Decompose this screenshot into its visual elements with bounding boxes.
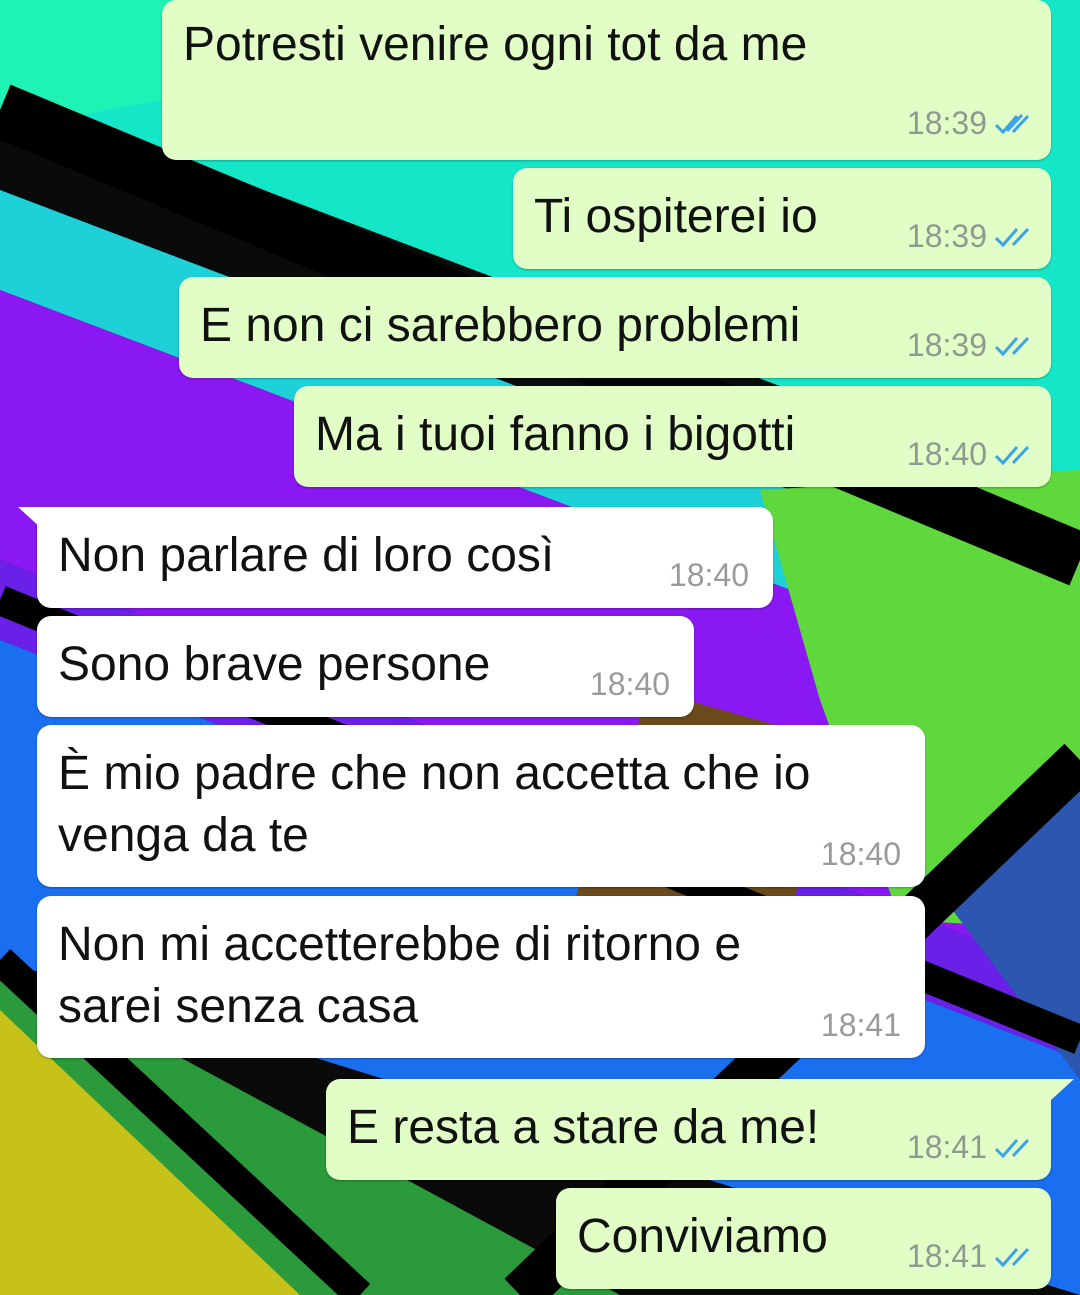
message-meta: 18:41 — [907, 1238, 1033, 1275]
message-time: 18:40 — [820, 836, 901, 872]
message-text-line: venga da te — [58, 809, 309, 862]
message-text: Conviviamo — [577, 1210, 828, 1263]
message-time: 18:40 — [668, 557, 749, 593]
message-time: 18:41 — [820, 1007, 901, 1043]
outgoing-message[interactable]: E resta a stare da me! 18:41 — [326, 1079, 1051, 1180]
bubble-tail — [1050, 1079, 1074, 1101]
message-time: 18:39 — [906, 327, 987, 363]
message-text-line: Non mi accetterebbe di ritorno e — [58, 918, 742, 971]
message-time: 18:39 — [906, 105, 987, 141]
message-time: 18:41 — [906, 1129, 987, 1165]
message-meta: 18:41 — [821, 1007, 901, 1044]
message-text-line: È mio padre che non accetta che io — [58, 747, 811, 800]
message-meta: 18:40 — [669, 557, 749, 594]
message-meta: 18:40 — [821, 836, 901, 873]
double-check-icon — [995, 1247, 1030, 1267]
double-check-icon — [995, 227, 1030, 247]
outgoing-message[interactable]: Conviviamo 18:41 — [556, 1188, 1051, 1289]
incoming-message[interactable]: Sono brave persone 18:40 — [37, 616, 694, 717]
message-meta: 18:40 — [590, 666, 670, 703]
message-time: 18:41 — [906, 1238, 987, 1274]
message-text-line: sarei senza casa — [58, 980, 419, 1033]
incoming-message[interactable]: Non parlare di loro così 18:40 — [37, 507, 773, 608]
incoming-message[interactable]: È mio padre che non accetta che io venga… — [37, 725, 925, 887]
message-text: E non ci sarebbero problemi — [200, 299, 801, 352]
outgoing-message[interactable]: Ma i tuoi fanno i bigotti 18:40 — [294, 386, 1051, 487]
outgoing-message[interactable]: Ti ospiterei io 18:39 — [513, 168, 1051, 269]
message-meta: 18:39 — [907, 327, 1033, 364]
message-meta: 18:41 — [907, 1129, 1033, 1166]
outgoing-message[interactable]: Potresti venire ogni tot da me 18:39 — [162, 0, 1051, 160]
bubble-tail — [18, 507, 42, 529]
message-time: 18:40 — [906, 436, 987, 472]
message-meta: 18:40 — [907, 436, 1033, 473]
double-check-icon — [995, 113, 1030, 134]
message-text: E resta a stare da me! — [347, 1101, 820, 1154]
message-meta: 18:39 — [907, 105, 1033, 142]
message-text: Potresti venire ogni tot da me — [183, 18, 808, 71]
message-text: Ti ospiterei io — [534, 190, 818, 243]
message-text: Sono brave persone — [58, 638, 491, 691]
message-meta: 18:39 — [907, 218, 1033, 255]
message-text: Ma i tuoi fanno i bigotti — [315, 408, 796, 461]
incoming-message[interactable]: Non mi accetterebbe di ritorno e sarei s… — [37, 896, 925, 1058]
message-time: 18:40 — [589, 666, 670, 702]
message-time: 18:39 — [906, 218, 987, 254]
double-check-icon — [995, 336, 1030, 356]
double-check-icon — [995, 1138, 1030, 1158]
outgoing-message[interactable]: E non ci sarebbero problemi 18:39 — [179, 277, 1051, 378]
double-check-icon — [995, 445, 1030, 465]
message-text: Non parlare di loro così — [58, 529, 555, 582]
